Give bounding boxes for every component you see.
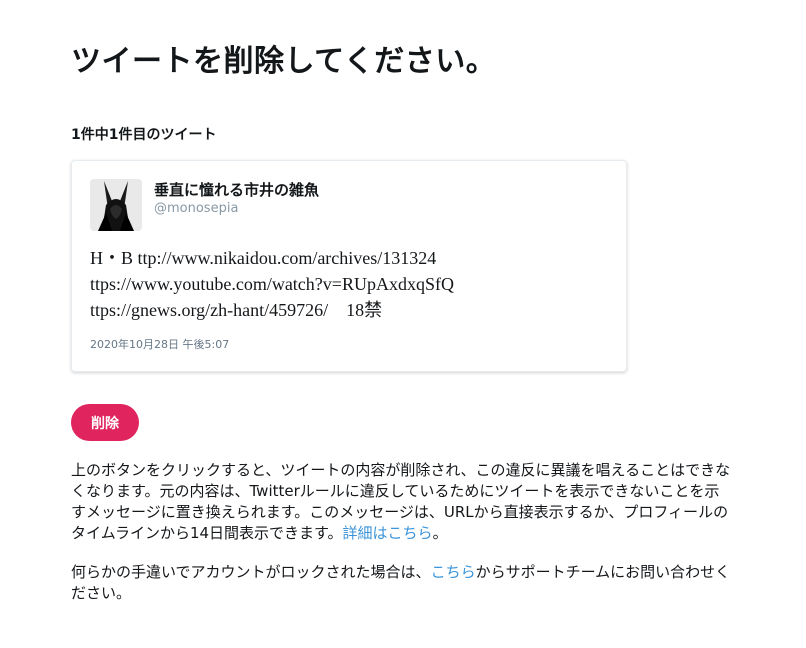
support-text: 何らかの手違いでアカウントがロックされた場合は、こちらからサポートチームにお問い… bbox=[71, 562, 731, 604]
tweet-text: H・B ttp://www.nikaidou.com/archives/1313… bbox=[90, 245, 610, 323]
tweet-card: 垂直に憧れる市井の雑魚 @monosepia H・B ttp://www.nik… bbox=[71, 160, 627, 372]
rabbit-silhouette-avatar-icon bbox=[90, 179, 142, 231]
support-prefix: 何らかの手違いでアカウントがロックされた場合は、 bbox=[71, 563, 431, 581]
learn-more-link[interactable]: 詳細はこちら bbox=[343, 524, 433, 542]
tweet-text-line: ttps://www.youtube.com/watch?v=RUpAxdxqS… bbox=[90, 274, 454, 294]
tweet-text-line: ttps://gnews.org/zh-hant/459726/ 18禁 bbox=[90, 300, 383, 320]
explanation-suffix: 。 bbox=[432, 524, 448, 542]
page-title: ツイートを削除してください。 bbox=[71, 44, 497, 79]
tweet-display-name: 垂直に憧れる市井の雑魚 bbox=[154, 181, 320, 199]
explanation-text: 上のボタンをクリックすると、ツイートの内容が削除され、この違反に異議を唱えること… bbox=[71, 460, 731, 544]
tweet-counter: 1件中1件目のツイート bbox=[71, 127, 217, 143]
tweet-screen-name: @monosepia bbox=[154, 201, 239, 216]
tweet-text-line: H・B ttp://www.nikaidou.com/archives/1313… bbox=[90, 248, 437, 268]
delete-button[interactable]: 削除 bbox=[71, 404, 139, 441]
tweet-timestamp: 2020年10月28日 午後5:07 bbox=[90, 338, 230, 351]
support-link[interactable]: こちら bbox=[431, 563, 476, 581]
